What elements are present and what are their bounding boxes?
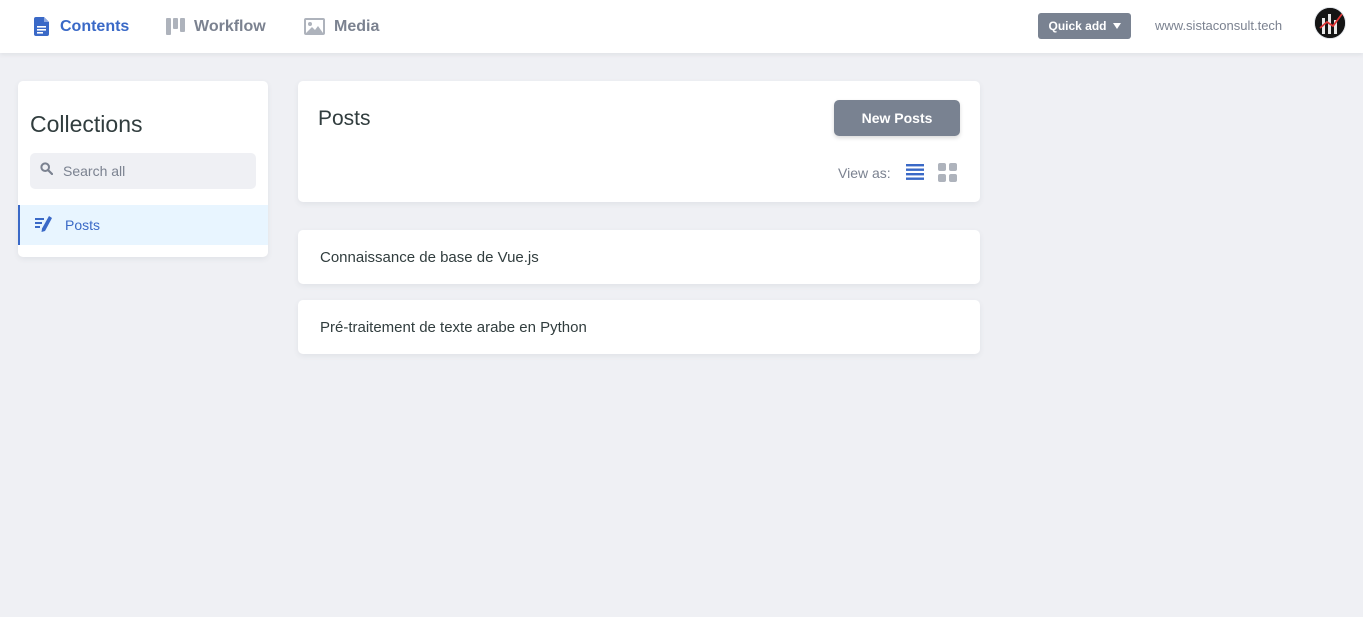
collections-sidebar: Collections Posts xyxy=(18,81,268,257)
entry-title: Connaissance de base de Vue.js xyxy=(320,248,539,266)
nav-media-label: Media xyxy=(334,17,380,35)
nav-workflow[interactable]: Workflow xyxy=(166,0,266,53)
sidebar-title: Collections xyxy=(30,111,143,137)
sidebar-item-posts[interactable]: Posts xyxy=(18,205,268,245)
nav-contents-label: Contents xyxy=(60,17,130,35)
nav-media[interactable]: Media xyxy=(304,0,379,53)
new-posts-button[interactable]: New Posts xyxy=(834,100,960,136)
quick-add-label: Quick add xyxy=(1048,19,1107,33)
caret-down-icon xyxy=(1112,23,1121,29)
grid-view-icon[interactable] xyxy=(938,163,957,187)
sidebar-item-label: Posts xyxy=(65,217,101,233)
workflow-columns-icon xyxy=(166,18,185,35)
view-as-label: View as: xyxy=(838,165,891,181)
site-url-link[interactable]: www.sistaconsult.tech xyxy=(1155,18,1282,33)
search-icon xyxy=(30,162,54,180)
list-view-icon[interactable] xyxy=(906,163,924,186)
avatar-logo-icon xyxy=(1315,8,1345,38)
search-input[interactable] xyxy=(63,163,243,179)
search-box xyxy=(30,153,256,189)
posts-header-card: Posts New Posts View as: xyxy=(298,81,980,202)
entry-title: Pré-traitement de texte arabe en Python xyxy=(320,318,587,336)
list-item[interactable]: Connaissance de base de Vue.js xyxy=(298,230,980,284)
avatar[interactable] xyxy=(1314,7,1346,39)
edit-list-icon xyxy=(20,215,65,235)
page-title: Posts xyxy=(318,107,371,130)
nav-contents[interactable]: Contents xyxy=(34,0,129,53)
nav-workflow-label: Workflow xyxy=(194,17,266,35)
quick-add-button[interactable]: Quick add xyxy=(1038,13,1131,39)
list-item[interactable]: Pré-traitement de texte arabe en Python xyxy=(298,300,980,354)
image-icon xyxy=(304,18,325,35)
document-icon xyxy=(34,17,51,36)
top-navigation-bar: Contents Workflow Media Quick add www.si… xyxy=(0,0,1363,53)
